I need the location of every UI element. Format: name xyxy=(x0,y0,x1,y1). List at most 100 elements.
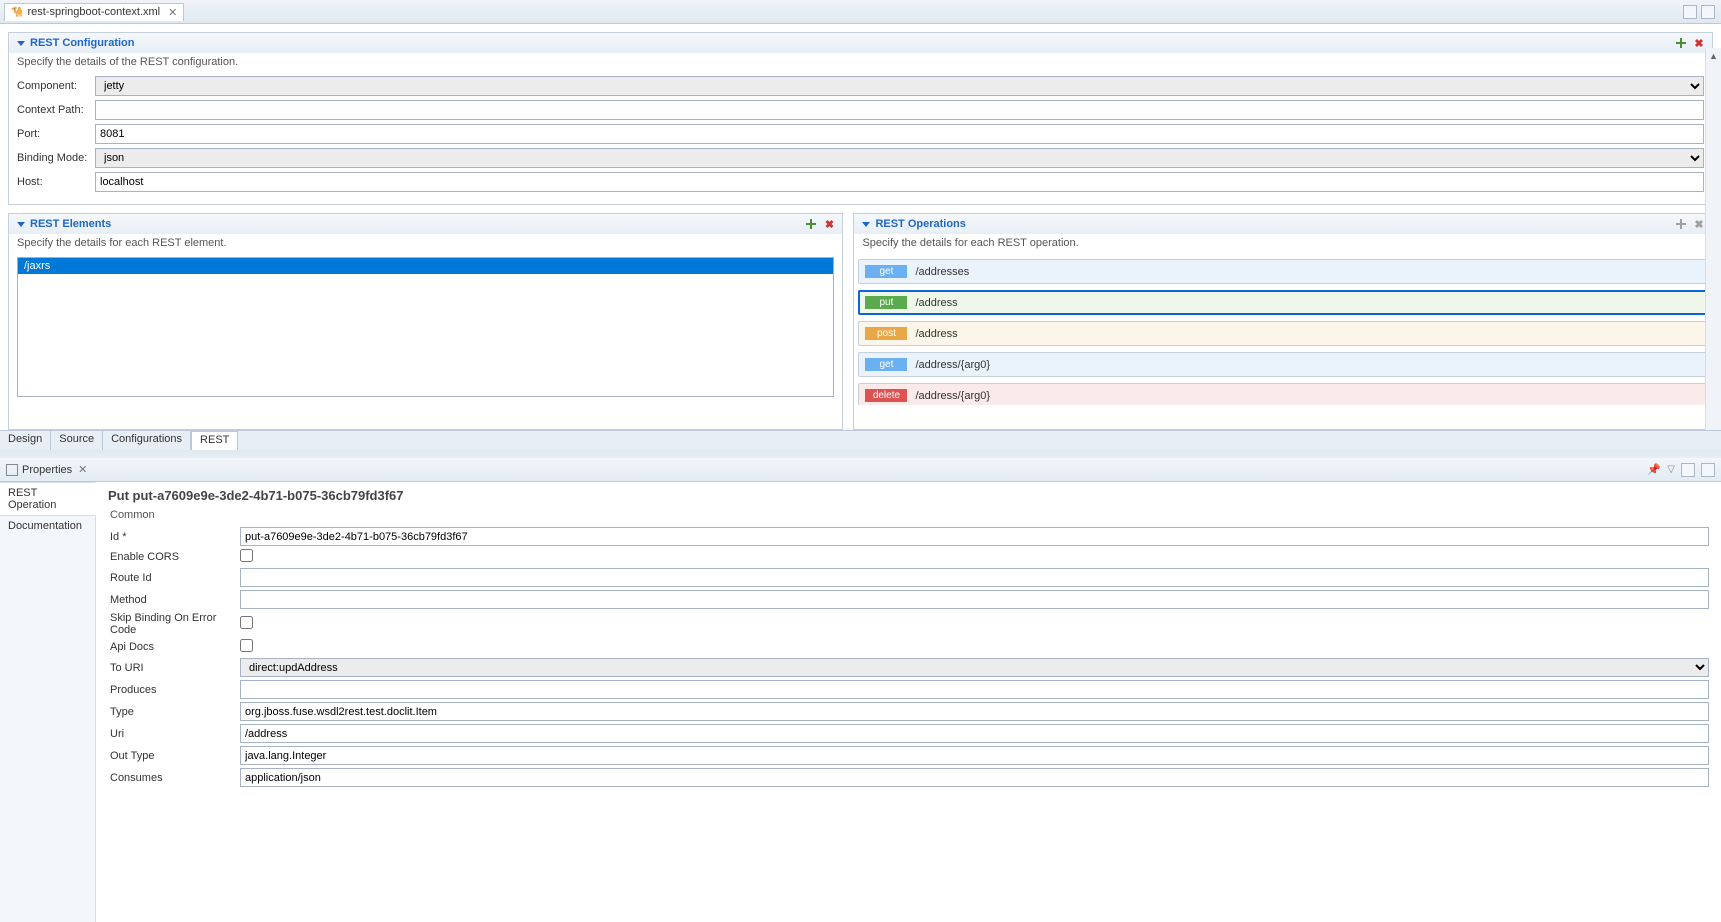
host-input[interactable] xyxy=(95,172,1704,192)
id-label: Id * xyxy=(108,531,240,543)
editor-bottom-tabs: DesignSourceConfigurationsREST xyxy=(0,430,1721,450)
properties-view-label: Properties xyxy=(22,464,72,476)
view-menu-button[interactable]: ▽ xyxy=(1667,464,1675,475)
operation-path: /address/{arg0} xyxy=(915,359,990,371)
rest-operations-panel: REST Operations ✖ Specify the details fo… xyxy=(853,213,1713,430)
properties-side-tabs: REST OperationDocumentation xyxy=(0,482,96,922)
section-desc: Specify the details for each REST operat… xyxy=(854,234,1712,255)
properties-title: Put put-a7609e9e-3de2-4b71-b075-36cb79fd… xyxy=(108,488,1709,503)
method-badge: post xyxy=(865,327,907,340)
add-config-button[interactable] xyxy=(1674,36,1688,50)
port-input[interactable] xyxy=(95,124,1704,144)
method-input[interactable] xyxy=(240,590,1709,609)
port-label: Port: xyxy=(17,128,95,140)
rest-operation-row[interactable]: get/addresses xyxy=(858,259,1708,284)
binding-mode-select[interactable]: json xyxy=(95,148,1704,168)
consumes-label: Consumes xyxy=(108,772,240,784)
minimize-view-button[interactable] xyxy=(1681,463,1695,477)
binding-mode-label: Binding Mode: xyxy=(17,152,95,164)
api-docs-label: Api Docs xyxy=(108,641,240,653)
method-label: Method xyxy=(108,594,240,606)
view-divider xyxy=(0,450,1721,458)
pin-view-button[interactable]: 📌 xyxy=(1647,463,1661,477)
method-badge: delete xyxy=(865,389,907,402)
editor-tab-label: rest-springboot-context.xml xyxy=(27,6,160,18)
type-input[interactable] xyxy=(240,702,1709,721)
out-type-input[interactable] xyxy=(240,746,1709,765)
rest-operation-row[interactable]: delete/address/{arg0} xyxy=(858,383,1708,405)
operation-path: /addresses xyxy=(915,266,969,278)
host-label: Host: xyxy=(17,176,95,188)
chevron-down-icon xyxy=(862,222,870,227)
close-icon[interactable]: ✕ xyxy=(78,463,87,476)
section-desc: Specify the details of the REST configur… xyxy=(9,53,1712,74)
rest-editor: REST Configuration ✖ Specify the details… xyxy=(0,24,1721,430)
method-badge: get xyxy=(865,265,907,278)
add-element-button[interactable] xyxy=(804,217,818,231)
delete-config-button[interactable]: ✖ xyxy=(1692,36,1706,50)
consumes-input[interactable] xyxy=(240,768,1709,787)
vertical-scrollbar[interactable]: ▲ xyxy=(1705,48,1721,430)
editor-bottom-tab-design[interactable]: Design xyxy=(0,431,51,450)
route-id-input[interactable] xyxy=(240,568,1709,587)
uri-input[interactable] xyxy=(240,724,1709,743)
section-desc: Specify the details for each REST elemen… xyxy=(9,234,842,255)
rest-elements-panel: REST Elements ✖ Specify the details for … xyxy=(8,213,843,430)
section-title: REST Configuration xyxy=(30,37,135,49)
skip-binding-checkbox[interactable] xyxy=(240,616,253,629)
maximize-button[interactable] xyxy=(1701,5,1715,19)
context-path-label: Context Path: xyxy=(17,104,95,116)
context-path-input[interactable] xyxy=(95,100,1704,120)
produces-input[interactable] xyxy=(240,680,1709,699)
api-docs-checkbox[interactable] xyxy=(240,639,253,652)
uri-label: Uri xyxy=(108,728,240,740)
id-input[interactable] xyxy=(240,527,1709,546)
properties-view: REST OperationDocumentation Put put-a760… xyxy=(0,482,1721,922)
add-operation-button[interactable] xyxy=(1674,217,1688,231)
operation-path: /address xyxy=(915,328,957,340)
camel-icon: 🐪 xyxy=(11,7,23,18)
rest-configuration-panel: REST Configuration ✖ Specify the details… xyxy=(8,32,1713,205)
properties-side-tab-rest-operation[interactable]: REST Operation xyxy=(0,482,96,516)
component-label: Component: xyxy=(17,80,95,92)
method-badge: get xyxy=(865,358,907,371)
editor-tab-bar: 🐪 rest-springboot-context.xml ✕ xyxy=(0,0,1721,24)
rest-element-item[interactable]: /jaxrs xyxy=(18,258,833,274)
properties-view-bar: Properties ✕ 📌 ▽ xyxy=(0,458,1721,482)
delete-operation-button[interactable]: ✖ xyxy=(1692,217,1706,231)
to-uri-label: To URI xyxy=(108,662,240,674)
close-icon[interactable]: ✕ xyxy=(168,6,177,19)
component-select[interactable]: jetty xyxy=(95,76,1704,96)
operation-path: /address/{arg0} xyxy=(915,390,990,402)
type-label: Type xyxy=(108,706,240,718)
rest-operation-row[interactable]: post/address xyxy=(858,321,1708,346)
minimize-button[interactable] xyxy=(1683,5,1697,19)
route-id-label: Route Id xyxy=(108,572,240,584)
chevron-down-icon xyxy=(17,41,25,46)
rest-operation-row[interactable]: put/address xyxy=(858,290,1708,315)
rest-configuration-header[interactable]: REST Configuration ✖ xyxy=(9,33,1712,53)
properties-section-label: Common xyxy=(110,509,1709,521)
scroll-up-icon[interactable]: ▲ xyxy=(1706,48,1721,64)
section-title: REST Operations xyxy=(875,218,965,230)
properties-icon xyxy=(6,464,18,476)
delete-element-button[interactable]: ✖ xyxy=(822,217,836,231)
properties-side-tab-documentation[interactable]: Documentation xyxy=(0,516,95,536)
chevron-down-icon xyxy=(17,222,25,227)
method-badge: put xyxy=(865,296,907,309)
rest-operation-row[interactable]: get/address/{arg0} xyxy=(858,352,1708,377)
section-title: REST Elements xyxy=(30,218,111,230)
rest-elements-header[interactable]: REST Elements ✖ xyxy=(9,214,842,234)
maximize-view-button[interactable] xyxy=(1701,463,1715,477)
out-type-label: Out Type xyxy=(108,750,240,762)
enable-cors-label: Enable CORS xyxy=(108,551,240,563)
editor-bottom-tab-source[interactable]: Source xyxy=(51,431,103,450)
editor-bottom-tab-configurations[interactable]: Configurations xyxy=(103,431,191,450)
enable-cors-checkbox[interactable] xyxy=(240,549,253,562)
skip-binding-label: Skip Binding On Error Code xyxy=(108,612,240,636)
rest-elements-list[interactable]: /jaxrs xyxy=(17,257,834,397)
editor-file-tab[interactable]: 🐪 rest-springboot-context.xml ✕ xyxy=(4,3,184,21)
editor-bottom-tab-rest[interactable]: REST xyxy=(191,431,238,450)
to-uri-select[interactable]: direct:updAddress xyxy=(240,658,1709,677)
rest-operations-header[interactable]: REST Operations ✖ xyxy=(854,214,1712,234)
